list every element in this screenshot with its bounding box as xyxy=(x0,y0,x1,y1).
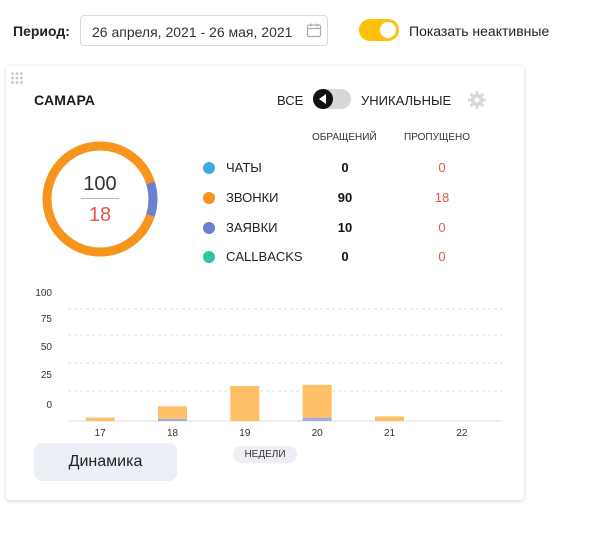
column-missed-header: ПРОПУЩЕНО xyxy=(404,132,471,143)
channel-missed: 0 xyxy=(438,220,446,235)
channel-name: CALLBACKS xyxy=(226,249,303,264)
channel-missed: 0 xyxy=(438,160,446,175)
mode-switch[interactable] xyxy=(313,89,351,109)
city-card: САМАРА ВСЕ УНИКАЛЬНЫЕ ОБРАЩЕНИЙ ПРОПУЩЕН… xyxy=(6,66,524,500)
period-value: 26 апреля, 2021 - 26 мая, 2021 xyxy=(92,24,293,40)
y-tick-label: 75 xyxy=(41,314,53,325)
bar[interactable] xyxy=(302,417,332,421)
card-title: САМАРА xyxy=(34,92,96,108)
weekly-bar-chart: 100 75 50 25 0 17 18 19 20 21 22 xyxy=(35,288,502,438)
channel-calls: 90 xyxy=(337,190,353,205)
column-calls-header: ОБРАЩЕНИЙ xyxy=(312,132,377,143)
callbacks-dot xyxy=(203,251,215,263)
channel-row-callbacks: CALLBACKS 0 0 xyxy=(203,247,503,267)
bar[interactable] xyxy=(230,385,260,421)
donut-total: 100 xyxy=(83,173,117,195)
channel-calls: 10 xyxy=(337,220,353,235)
chats-dot xyxy=(203,162,215,174)
x-tick-label: 21 xyxy=(384,428,396,438)
donut-divider xyxy=(81,198,119,199)
calendar-icon[interactable] xyxy=(306,22,322,38)
x-tick-label: 20 xyxy=(312,428,324,438)
channel-calls: 0 xyxy=(341,160,349,175)
x-tick-label: 22 xyxy=(456,428,468,438)
donut-segment xyxy=(42,141,158,257)
drag-handle-icon[interactable] xyxy=(10,71,24,85)
period-label: Период: xyxy=(13,23,70,39)
y-tick-label: 50 xyxy=(41,342,53,353)
bar[interactable] xyxy=(375,416,404,421)
donut-missed: 18 xyxy=(88,204,112,226)
channel-row-calls: ЗВОНКИ 90 18 xyxy=(203,188,503,208)
caret-left-icon xyxy=(319,94,326,104)
requests-dot xyxy=(203,222,215,234)
channel-name: ЧАТЫ xyxy=(226,160,262,175)
channel-missed: 18 xyxy=(434,190,450,205)
mode-unique-label[interactable]: УНИКАЛЬНЫЕ xyxy=(361,93,451,108)
bar[interactable] xyxy=(158,406,187,419)
show-inactive-toggle[interactable] xyxy=(359,19,399,41)
x-tick-label: 17 xyxy=(95,428,107,438)
calls-dot xyxy=(203,192,215,204)
gear-icon[interactable] xyxy=(467,90,487,110)
x-tick-label: 18 xyxy=(167,428,179,438)
channel-calls: 0 xyxy=(341,249,349,264)
bar[interactable] xyxy=(302,384,332,418)
bar[interactable] xyxy=(158,418,187,421)
channel-name: ЗВОНКИ xyxy=(226,190,279,205)
dynamics-button[interactable]: Динамика xyxy=(34,443,177,481)
donut-chart xyxy=(42,141,158,257)
channel-row-chats: ЧАТЫ 0 0 xyxy=(203,158,503,178)
y-tick-label: 25 xyxy=(41,370,53,381)
x-tick-label: 19 xyxy=(239,428,251,438)
mode-switch-knob xyxy=(313,89,333,109)
channel-missed: 0 xyxy=(438,249,446,264)
y-tick-label: 100 xyxy=(35,288,52,299)
period-date-range-input[interactable]: 26 апреля, 2021 - 26 мая, 2021 xyxy=(80,15,328,46)
weeks-label: НЕДЕЛИ xyxy=(233,446,297,463)
y-tick-label: 0 xyxy=(46,400,52,411)
channel-row-requests: ЗАЯВКИ 10 0 xyxy=(203,218,503,238)
channel-name: ЗАЯВКИ xyxy=(226,220,278,235)
show-inactive-label: Показать неактивные xyxy=(409,23,550,39)
mode-all-label[interactable]: ВСЕ xyxy=(277,93,303,108)
bar[interactable] xyxy=(85,417,115,421)
